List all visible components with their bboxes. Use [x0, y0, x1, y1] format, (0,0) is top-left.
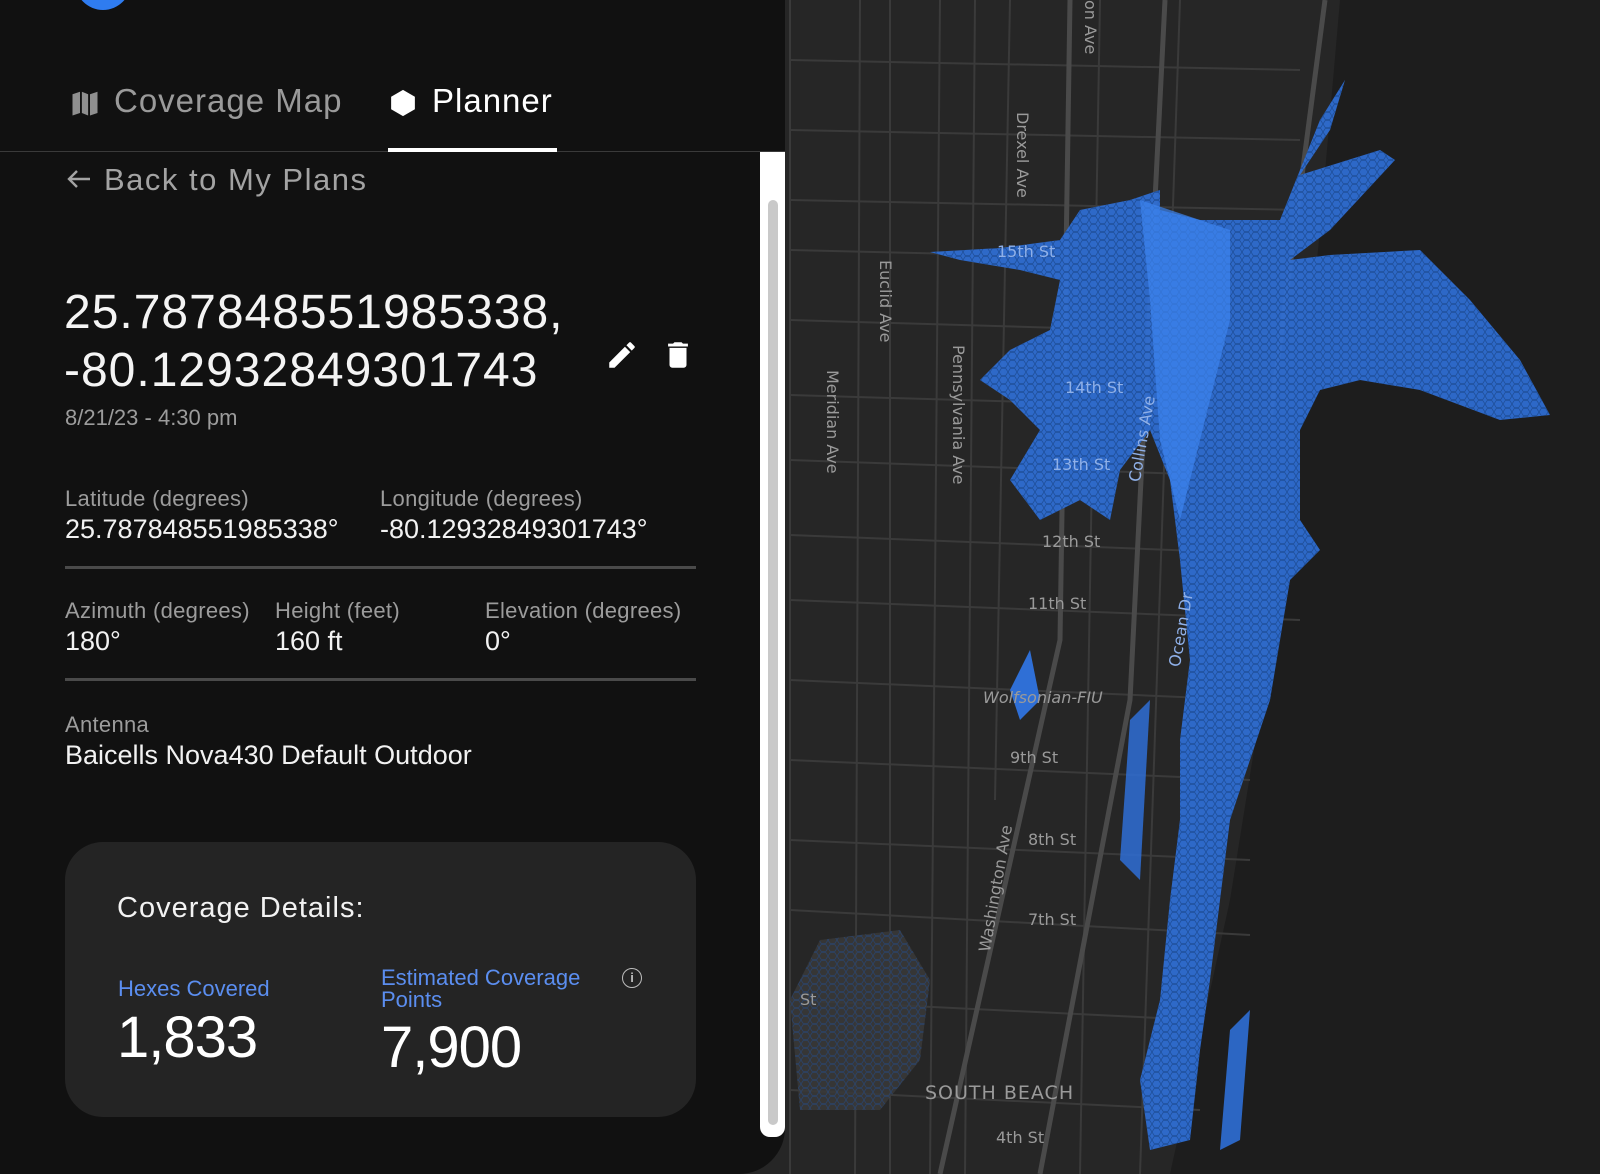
plan-date: 8/21/23 - 4:30 pm	[65, 405, 238, 430]
divider	[65, 566, 696, 569]
points-label-line2: Points	[381, 987, 443, 1012]
street-label: on Ave	[1081, 0, 1100, 55]
points-value: 7,900	[381, 1015, 522, 1080]
info-icon[interactable]: i	[622, 968, 642, 988]
field-value: 180°	[65, 626, 121, 656]
back-to-plans-link[interactable]: Back to My Plans	[66, 162, 367, 198]
field-value: 0°	[485, 626, 511, 656]
hexagon-icon	[388, 88, 418, 118]
map-icon	[70, 88, 100, 118]
planner-panel: Coverage Map Planner Back to My Plans 25…	[0, 0, 785, 1174]
pencil-icon[interactable]	[605, 338, 639, 372]
card-title: Coverage Details:	[117, 892, 365, 924]
arrow-left-icon	[66, 162, 92, 198]
field-value: 25.787848551985338°	[65, 514, 339, 544]
tab-label: Planner	[432, 82, 553, 119]
points-label-line1: Estimated Coverage	[381, 965, 581, 990]
street-label: 15th St	[997, 242, 1056, 261]
plan-title-line1: 25.787848551985338,	[64, 286, 564, 339]
street-label: St	[800, 990, 817, 1009]
street-label: 14th St	[1065, 378, 1124, 397]
coverage-details-card: Coverage Details: Hexes Covered 1,833 Es…	[65, 842, 696, 1117]
hexes-label: Hexes Covered	[118, 976, 270, 1001]
field-label: Antenna	[65, 712, 150, 737]
azimuth-field: Azimuth (degrees) 180°	[65, 598, 250, 657]
plan-title: 25.787848551985338, -80.12932849301743	[64, 284, 624, 400]
tab-planner[interactable]: Planner	[388, 82, 557, 152]
height-field: Height (feet) 160 ft	[275, 598, 400, 657]
street-label: 8th St	[1028, 830, 1077, 849]
field-label: Height (feet)	[275, 598, 400, 623]
street-label: 11th St	[1028, 594, 1087, 613]
plan-title-line2: -80.12932849301743	[64, 344, 539, 397]
logo	[75, 0, 131, 10]
plan-actions	[605, 338, 695, 372]
street-label: Euclid Ave	[876, 260, 895, 343]
latitude-field: Latitude (degrees) 25.787848551985338°	[65, 486, 339, 545]
street-label: 12th St	[1042, 532, 1101, 551]
street-label: 9th St	[1010, 748, 1059, 767]
antenna-field: Antenna Baicells Nova430 Default Outdoor	[65, 712, 472, 771]
street-label: Drexel Ave	[1013, 112, 1032, 198]
scrollbar[interactable]	[760, 152, 785, 1137]
poi-label: Wolfsonian-FIU	[983, 688, 1103, 707]
tab-label: Coverage Map	[114, 82, 343, 119]
divider	[65, 678, 696, 681]
street-label: 13th St	[1052, 455, 1111, 474]
tab-coverage-map[interactable]: Coverage Map	[70, 82, 342, 152]
elevation-field: Elevation (degrees) 0°	[485, 598, 681, 657]
field-value: Baicells Nova430 Default Outdoor	[65, 740, 472, 770]
back-label: Back to My Plans	[104, 162, 368, 197]
field-value: 160 ft	[275, 626, 343, 656]
field-label: Longitude (degrees)	[380, 486, 583, 511]
longitude-field: Longitude (degrees) -80.12932849301743°	[380, 486, 648, 545]
field-label: Elevation (degrees)	[485, 598, 682, 623]
neighborhood-label: SOUTH BEACH	[925, 1082, 1075, 1104]
tab-bar: Coverage Map Planner	[0, 62, 785, 152]
street-label: Pennsylvania Ave	[949, 345, 968, 485]
street-label: Meridian Ave	[823, 370, 842, 474]
scrollbar-thumb[interactable]	[768, 200, 778, 1125]
hexes-value: 1,833	[117, 1005, 258, 1070]
street-label: 7th St	[1028, 910, 1077, 929]
trash-icon[interactable]	[661, 338, 695, 372]
street-label: 4th St	[996, 1128, 1045, 1147]
field-value: -80.12932849301743°	[380, 514, 648, 544]
field-label: Latitude (degrees)	[65, 486, 249, 511]
field-label: Azimuth (degrees)	[65, 598, 250, 623]
